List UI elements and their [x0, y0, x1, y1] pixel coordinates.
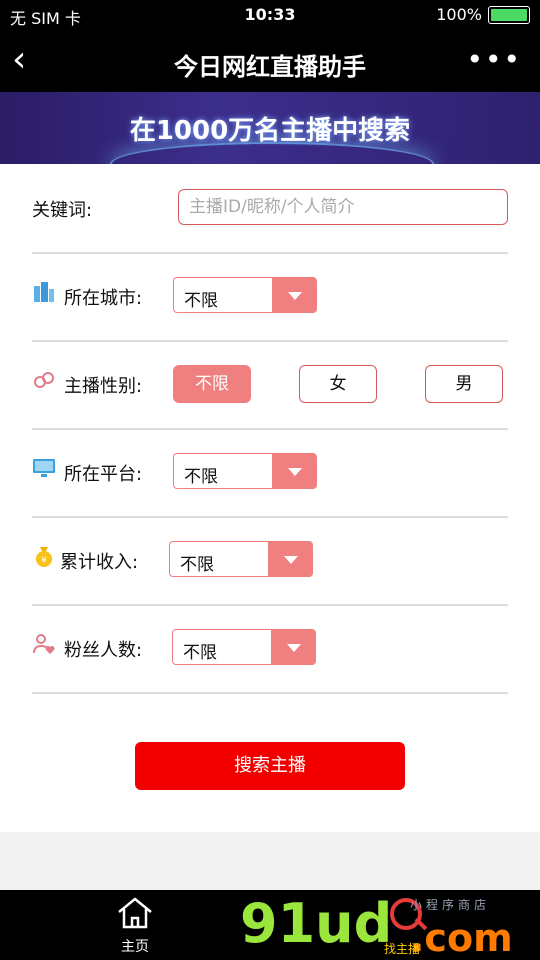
income-label: 累计收入:: [60, 552, 139, 573]
platform-label: 所在平台:: [64, 464, 143, 485]
city-select-value: 不限: [184, 291, 218, 311]
search-anchor-button[interactable]: 搜索主播: [135, 742, 405, 790]
banner-text: 在1000万名主播中搜索: [129, 116, 411, 146]
city-row: 所在城市: 不限: [32, 252, 508, 342]
gender-label: 主播性别:: [64, 376, 143, 397]
income-select[interactable]: 不限: [169, 541, 313, 577]
tab-home[interactable]: 主页: [75, 896, 195, 956]
fans-select[interactable]: 不限: [172, 629, 316, 665]
chevron-down-icon: [268, 542, 312, 576]
keyword-input[interactable]: 主播ID/昵称/个人简介: [178, 189, 508, 225]
status-right: 100%: [436, 5, 530, 24]
platform-row: 所在平台: 不限: [32, 428, 508, 518]
city-select[interactable]: 不限: [173, 277, 317, 313]
navigation-bar: ‹ 今日网红直播助手 •••: [0, 30, 540, 92]
more-dots-icon[interactable]: •••: [466, 46, 522, 74]
battery-icon: [488, 5, 530, 24]
tab-bar: 主页: [0, 890, 540, 960]
fans-row: 粉丝人数: 不限: [32, 604, 508, 694]
income-row: ¥ 累计收入: 不限: [32, 516, 508, 606]
income-select-value: 不限: [180, 555, 214, 575]
home-icon: [118, 897, 152, 929]
chevron-down-icon: [272, 278, 316, 312]
gender-row: 主播性别: 不限 女 男: [32, 340, 508, 430]
svg-text:¥: ¥: [41, 556, 47, 566]
platform-select-value: 不限: [184, 467, 218, 487]
tab-home-label: 主页: [121, 939, 149, 955]
search-form: 关键词: 主播ID/昵称/个人简介 所在城市: 不限 主播性别: 不限 女 男 …: [0, 164, 540, 832]
keyword-row: 关键词: 主播ID/昵称/个人简介: [32, 164, 508, 254]
content-gap: [0, 832, 540, 890]
gender-icon: [34, 372, 54, 388]
status-bar: 无 SIM 卡 10:33 100%: [0, 0, 540, 30]
gender-option-any[interactable]: 不限: [173, 365, 251, 403]
gender-option-male[interactable]: 男: [425, 365, 503, 403]
fans-select-value: 不限: [183, 643, 217, 663]
building-icon: [34, 282, 54, 302]
chevron-down-icon: [272, 454, 316, 488]
fans-label: 粉丝人数:: [64, 640, 143, 661]
battery-percent: 100%: [436, 5, 482, 24]
money-bag-icon: ¥: [36, 547, 52, 567]
platform-select[interactable]: 不限: [173, 453, 317, 489]
chevron-down-icon: [271, 630, 315, 664]
fans-heart-icon: [33, 634, 55, 654]
banner: 在1000万名主播中搜索: [0, 92, 540, 164]
keyword-label: 关键词:: [32, 200, 93, 221]
monitor-icon: [33, 459, 55, 477]
city-label: 所在城市:: [64, 288, 143, 309]
page-title: 今日网红直播助手: [174, 53, 366, 81]
gender-option-female[interactable]: 女: [299, 365, 377, 403]
